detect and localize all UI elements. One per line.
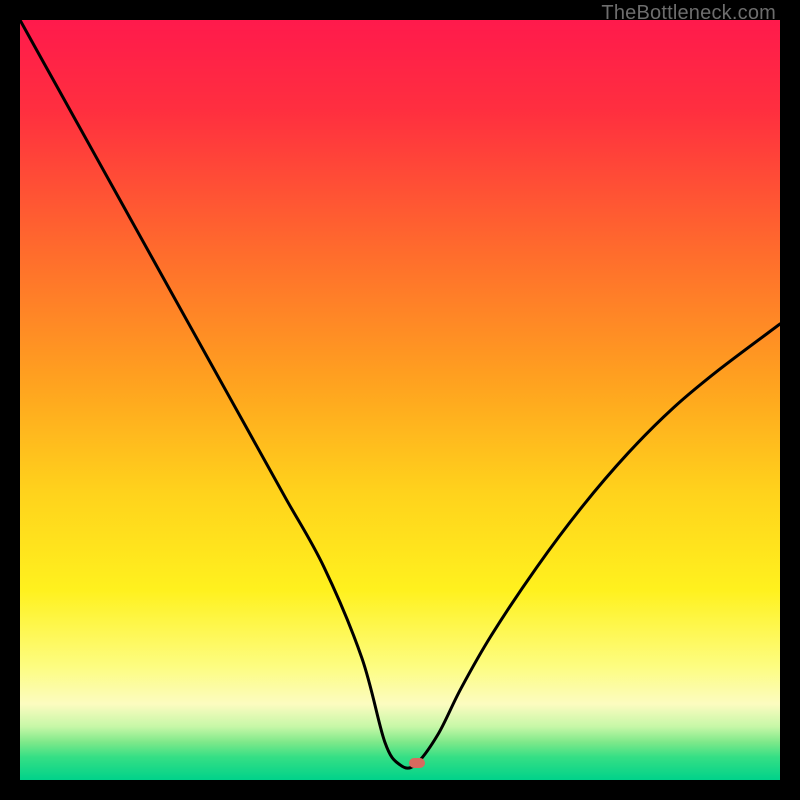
bottleneck-curve	[20, 20, 780, 780]
chart-frame: TheBottleneck.com	[0, 0, 800, 800]
optimal-point-marker	[409, 758, 425, 768]
plot-area	[20, 20, 780, 780]
watermark-text: TheBottleneck.com	[601, 2, 776, 25]
